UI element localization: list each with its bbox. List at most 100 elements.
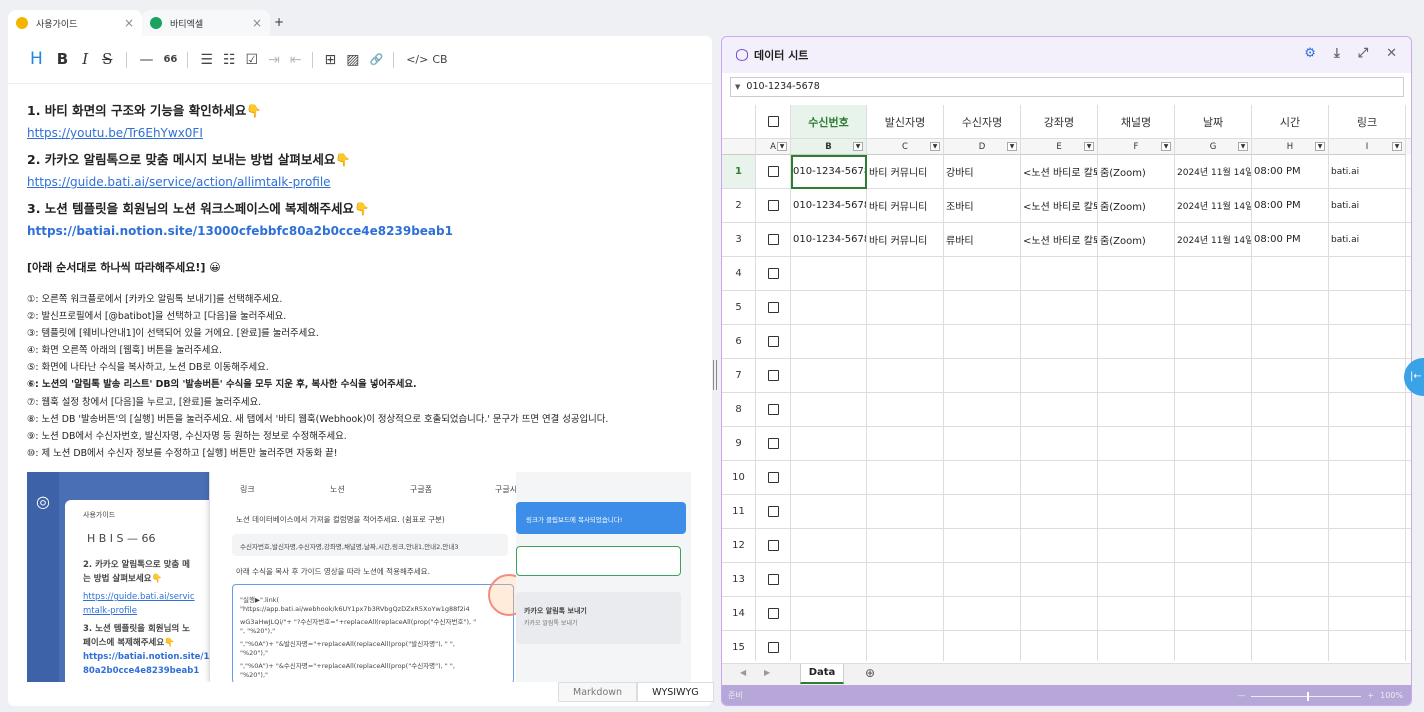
checkbox[interactable] <box>767 642 779 653</box>
filter-dropdown-icon[interactable]: ▼ <box>1315 142 1325 151</box>
zoom-slider[interactable] <box>1251 691 1362 701</box>
table-cell[interactable] <box>1406 461 1411 495</box>
table-cell[interactable] <box>867 461 944 495</box>
table-row[interactable]: 2 010-1234-5678 바티 커뮤니티 조바티 <노션 바티로 칼퇴 줌(Zoom… <box>722 189 1411 223</box>
filter-dropdown-icon[interactable]: ▼ <box>853 142 863 151</box>
checkbox[interactable] <box>767 506 779 517</box>
table-cell[interactable] <box>944 563 1021 597</box>
row-number[interactable]: 9 <box>722 427 756 461</box>
table-cell[interactable] <box>1021 597 1098 631</box>
table-cell[interactable]: 바티 커뮤니티 <box>867 223 944 257</box>
table-cell[interactable] <box>1098 359 1175 393</box>
table-cell[interactable] <box>1406 291 1411 325</box>
table-cell[interactable] <box>1021 529 1098 563</box>
table-cell[interactable] <box>1252 257 1329 291</box>
strike-button[interactable]: S <box>102 52 112 67</box>
table-cell[interactable] <box>1252 427 1329 461</box>
table-cell[interactable] <box>944 495 1021 529</box>
task-list-icon[interactable]: ☑ <box>246 52 259 68</box>
table-cell[interactable]: 줌(Zoom) <box>1098 223 1175 257</box>
row-number[interactable]: 1 <box>722 155 756 189</box>
row-number[interactable]: 7 <box>722 359 756 393</box>
tab-bati-excel[interactable]: 바티엑셀 × <box>142 10 270 36</box>
column-letter[interactable]: I ▼ <box>1329 139 1406 155</box>
column-header[interactable]: 발신자명 <box>867 105 944 139</box>
codeblock-button[interactable]: CB <box>432 53 447 66</box>
table-cell[interactable] <box>867 529 944 563</box>
table-cell[interactable]: 줌(Zoom) <box>1098 189 1175 223</box>
cell-value-bar[interactable]: ▼ 010-1234-5678 <box>730 77 1404 97</box>
table-cell[interactable] <box>1175 529 1252 563</box>
markdown-mode-button[interactable]: Markdown <box>558 682 638 702</box>
table-row[interactable]: 8 <box>722 393 1411 427</box>
table-row[interactable]: 3 010-1234-5678 바티 커뮤니티 류바티 <노션 바티로 칼퇴 줌(Zoom… <box>722 223 1411 257</box>
download-icon[interactable]: ⤓ <box>1334 46 1340 61</box>
table-cell[interactable]: 2024년 11월 14일 <box>1175 155 1252 189</box>
table-cell[interactable] <box>1252 393 1329 427</box>
table-cell[interactable] <box>867 257 944 291</box>
row-number[interactable]: 14 <box>722 597 756 631</box>
table-cell[interactable]: 바티 커뮤니티 <box>867 155 944 189</box>
table-cell[interactable] <box>1175 257 1252 291</box>
table-cell[interactable] <box>1175 631 1252 661</box>
table-cell[interactable] <box>1406 189 1411 223</box>
checkbox[interactable] <box>767 608 779 619</box>
table-cell[interactable] <box>1021 393 1098 427</box>
expand-icon[interactable]: ⤢ <box>1358 46 1368 61</box>
table-cell[interactable] <box>1406 597 1411 631</box>
image-icon[interactable]: ▨ <box>346 52 359 68</box>
select-all-checkbox[interactable] <box>756 105 791 139</box>
column-header[interactable]: 수신번호 <box>791 105 867 139</box>
bullet-list-icon[interactable]: ☰ <box>200 52 213 68</box>
row-checkbox[interactable] <box>756 155 791 189</box>
filter-dropdown-icon[interactable]: ▼ <box>777 142 787 151</box>
notion-link[interactable]: https://batiai.notion.site/13000cfebbfc8… <box>27 221 699 245</box>
close-icon[interactable]: ✕ <box>1386 46 1397 61</box>
table-cell[interactable] <box>1406 155 1411 189</box>
column-header[interactable]: 시간 <box>1252 105 1329 139</box>
table-cell[interactable] <box>944 597 1021 631</box>
table-cell[interactable]: bati.ai <box>1329 189 1406 223</box>
row-checkbox[interactable] <box>756 393 791 427</box>
table-cell[interactable] <box>1406 529 1411 563</box>
gear-icon[interactable]: ⚙ <box>1304 46 1316 61</box>
table-cell[interactable] <box>867 393 944 427</box>
row-checkbox[interactable] <box>756 291 791 325</box>
link-icon[interactable]: 🔗 <box>370 53 384 66</box>
table-cell[interactable] <box>944 359 1021 393</box>
table-cell[interactable] <box>1329 495 1406 529</box>
table-cell[interactable] <box>944 393 1021 427</box>
table-cell[interactable] <box>1021 495 1098 529</box>
table-cell[interactable] <box>867 291 944 325</box>
table-cell[interactable] <box>1175 495 1252 529</box>
table-cell[interactable] <box>791 597 867 631</box>
hr-button[interactable]: — <box>139 52 153 68</box>
row-checkbox[interactable] <box>756 325 791 359</box>
row-checkbox[interactable] <box>756 257 791 291</box>
checkbox[interactable] <box>767 166 779 177</box>
table-row[interactable]: 14 <box>722 597 1411 631</box>
table-cell[interactable] <box>791 529 867 563</box>
table-cell[interactable] <box>1406 563 1411 597</box>
table-cell[interactable]: <노션 바티로 칼퇴 <box>1021 189 1098 223</box>
table-row[interactable]: 6 <box>722 325 1411 359</box>
table-cell[interactable] <box>1406 427 1411 461</box>
ordered-list-icon[interactable]: ☷ <box>223 52 236 68</box>
table-cell[interactable] <box>1252 325 1329 359</box>
table-cell[interactable] <box>1021 427 1098 461</box>
row-checkbox[interactable] <box>756 223 791 257</box>
checkbox[interactable] <box>767 302 779 313</box>
table-cell[interactable] <box>1329 563 1406 597</box>
table-cell[interactable] <box>1406 325 1411 359</box>
table-cell[interactable] <box>1098 597 1175 631</box>
indent-icon[interactable]: ⇥ <box>268 52 280 68</box>
table-cell[interactable]: bati.ai <box>1329 155 1406 189</box>
table-cell[interactable] <box>1329 325 1406 359</box>
column-letter[interactable]: B ▼ <box>791 139 867 155</box>
table-cell[interactable] <box>867 325 944 359</box>
row-checkbox[interactable] <box>756 359 791 393</box>
chevron-down-icon[interactable]: ▼ <box>735 83 740 91</box>
table-cell[interactable] <box>944 257 1021 291</box>
table-cell[interactable]: 08:00 PM <box>1252 189 1329 223</box>
row-checkbox[interactable] <box>756 563 791 597</box>
